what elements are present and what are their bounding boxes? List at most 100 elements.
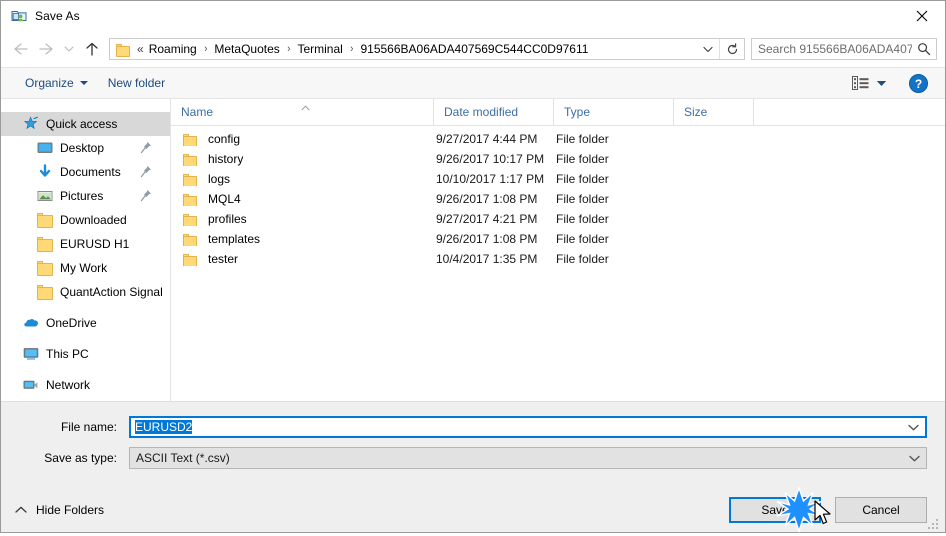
column-header-name[interactable]: Name (171, 99, 434, 125)
computer-icon (23, 346, 39, 362)
sidebar-item-pictures[interactable]: Pictures (1, 184, 170, 208)
file-name-cell: MQL4 (171, 192, 434, 206)
file-list-pane: Name Date modified Type Size config 9/27… (171, 99, 945, 401)
table-row[interactable]: history 9/26/2017 10:17 PM File folder (171, 149, 945, 169)
table-row[interactable]: MQL4 9/26/2017 1:08 PM File folder (171, 189, 945, 209)
sidebar-item-onedrive[interactable]: OneDrive (1, 311, 170, 335)
sidebar-item-documents[interactable]: Documents (1, 160, 170, 184)
download-icon (37, 164, 53, 180)
navigation-bar: « Roaming › MetaQuotes › Terminal › 9155… (1, 31, 945, 67)
table-row[interactable]: templates 9/26/2017 1:08 PM File folder (171, 229, 945, 249)
search-button[interactable] (912, 39, 936, 59)
save-as-type-value: ASCII Text (*.csv) (136, 451, 230, 465)
sidebar-item-network[interactable]: Network (1, 373, 170, 397)
file-date-cell: 10/4/2017 1:35 PM (436, 252, 538, 266)
address-bar[interactable]: « Roaming › MetaQuotes › Terminal › 9155… (109, 38, 745, 60)
chevron-down-icon (64, 46, 74, 52)
arrow-left-icon (13, 43, 28, 55)
view-layout-icon (852, 75, 869, 90)
back-button[interactable] (7, 36, 33, 62)
file-name-cell: profiles (171, 212, 434, 226)
chevron-down-icon (907, 424, 919, 430)
navigation-sidebar: Quick access Desktop Documents Pictures … (1, 99, 171, 401)
picture-icon (37, 188, 53, 204)
search-input[interactable]: Search 915566BA06ADA40756... (752, 42, 912, 56)
file-date-cell: 9/26/2017 10:17 PM (436, 152, 545, 166)
sidebar-item-label: This PC (46, 347, 89, 361)
pin-icon[interactable] (140, 165, 152, 178)
column-header-label: Date modified (444, 105, 519, 119)
forward-button[interactable] (33, 36, 59, 62)
file-date-cell: 9/27/2017 4:21 PM (436, 212, 538, 226)
table-row[interactable]: config 9/27/2017 4:44 PM File folder (171, 129, 945, 149)
sidebar-item-quantaction-signal[interactable]: QuantAction Signal (1, 280, 170, 304)
folder-icon (183, 213, 199, 226)
file-name-combobox[interactable]: EURUSD2 (129, 416, 927, 438)
breadcrumb-overflow[interactable]: « (137, 42, 147, 56)
svg-text:?: ? (914, 77, 921, 91)
file-name-label: history (208, 152, 244, 166)
chevron-down-icon (703, 46, 713, 52)
cloud-icon (23, 315, 39, 331)
table-row[interactable]: profiles 9/27/2017 4:21 PM File folder (171, 209, 945, 229)
network-icon (23, 377, 39, 393)
save-as-type-dropdown-button[interactable] (902, 448, 926, 468)
file-type-cell: File folder (556, 232, 609, 246)
table-row[interactable]: tester 10/4/2017 1:35 PM File folder (171, 249, 945, 269)
sidebar-item-eurusd-h1[interactable]: EURUSD H1 (1, 232, 170, 256)
help-button[interactable]: ? (905, 70, 931, 96)
address-dropdown-button[interactable] (697, 39, 719, 59)
help-question-icon: ? (908, 73, 928, 93)
save-as-type-label: Save as type: (44, 451, 117, 465)
sidebar-item-desktop[interactable]: Desktop (1, 136, 170, 160)
recent-locations-button[interactable] (59, 36, 79, 62)
file-type-cell: File folder (556, 212, 609, 226)
window-title: Save As (35, 9, 80, 23)
change-view-button[interactable] (848, 71, 891, 95)
cancel-button-label: Cancel (862, 503, 900, 517)
file-list[interactable]: config 9/27/2017 4:44 PM File folder his… (171, 126, 945, 401)
save-as-type-combobox[interactable]: ASCII Text (*.csv) (129, 447, 927, 469)
save-as-folder-icon (11, 8, 27, 24)
file-name-label: tester (208, 252, 239, 266)
breadcrumb-item-guid[interactable]: 915566BA06ADA407569C544CC0D97611 (358, 42, 590, 56)
cancel-button[interactable]: Cancel (835, 497, 927, 523)
up-button[interactable] (79, 36, 105, 62)
column-header-type[interactable]: Type (554, 99, 674, 125)
breadcrumb-separator-icon[interactable]: › (283, 43, 295, 55)
save-as-dialog: Save As « Roaming › MetaQuotes › Termina… (0, 0, 946, 534)
column-header-label: Size (684, 105, 708, 119)
file-name-dropdown-button[interactable] (901, 417, 925, 437)
breadcrumb-separator-icon[interactable]: › (200, 43, 212, 55)
column-header-label: Name (181, 105, 214, 119)
breadcrumb-item-terminal[interactable]: Terminal (295, 42, 344, 56)
star-pin-icon (23, 116, 39, 132)
pin-icon[interactable] (140, 189, 152, 202)
chevron-down-icon (908, 455, 920, 461)
pin-icon[interactable] (140, 141, 152, 154)
resize-grip-icon[interactable] (928, 516, 941, 529)
breadcrumb-item-metaquotes[interactable]: MetaQuotes (212, 42, 281, 56)
file-name-input[interactable]: EURUSD2 (131, 420, 901, 434)
search-box[interactable]: Search 915566BA06ADA40756... (751, 38, 937, 60)
column-header-date-modified[interactable]: Date modified (434, 99, 554, 125)
breadcrumb-separator-icon[interactable]: › (346, 43, 358, 55)
breadcrumb-item-roaming[interactable]: Roaming (147, 42, 199, 56)
sidebar-item-quick-access[interactable]: Quick access (1, 112, 170, 136)
organize-button[interactable]: Organize (15, 71, 98, 95)
file-name-label: logs (208, 172, 231, 186)
sidebar-item-downloaded[interactable]: Downloaded (1, 208, 170, 232)
save-button[interactable]: Save (729, 497, 821, 523)
refresh-button[interactable] (719, 39, 744, 59)
sidebar-item-my-work[interactable]: My Work (1, 256, 170, 280)
hide-folders-button[interactable]: Hide Folders (15, 503, 104, 517)
close-button[interactable] (899, 1, 945, 31)
table-row[interactable]: logs 10/10/2017 1:17 PM File folder (171, 169, 945, 189)
new-folder-button[interactable]: New folder (98, 71, 175, 95)
sidebar-item-this-pc[interactable]: This PC (1, 342, 170, 366)
refresh-icon (727, 42, 737, 54)
sidebar-item-label: Documents (60, 165, 121, 179)
column-header-size[interactable]: Size (674, 99, 754, 125)
sidebar-item-label: EURUSD H1 (60, 237, 130, 251)
file-name-label: config (208, 132, 241, 146)
